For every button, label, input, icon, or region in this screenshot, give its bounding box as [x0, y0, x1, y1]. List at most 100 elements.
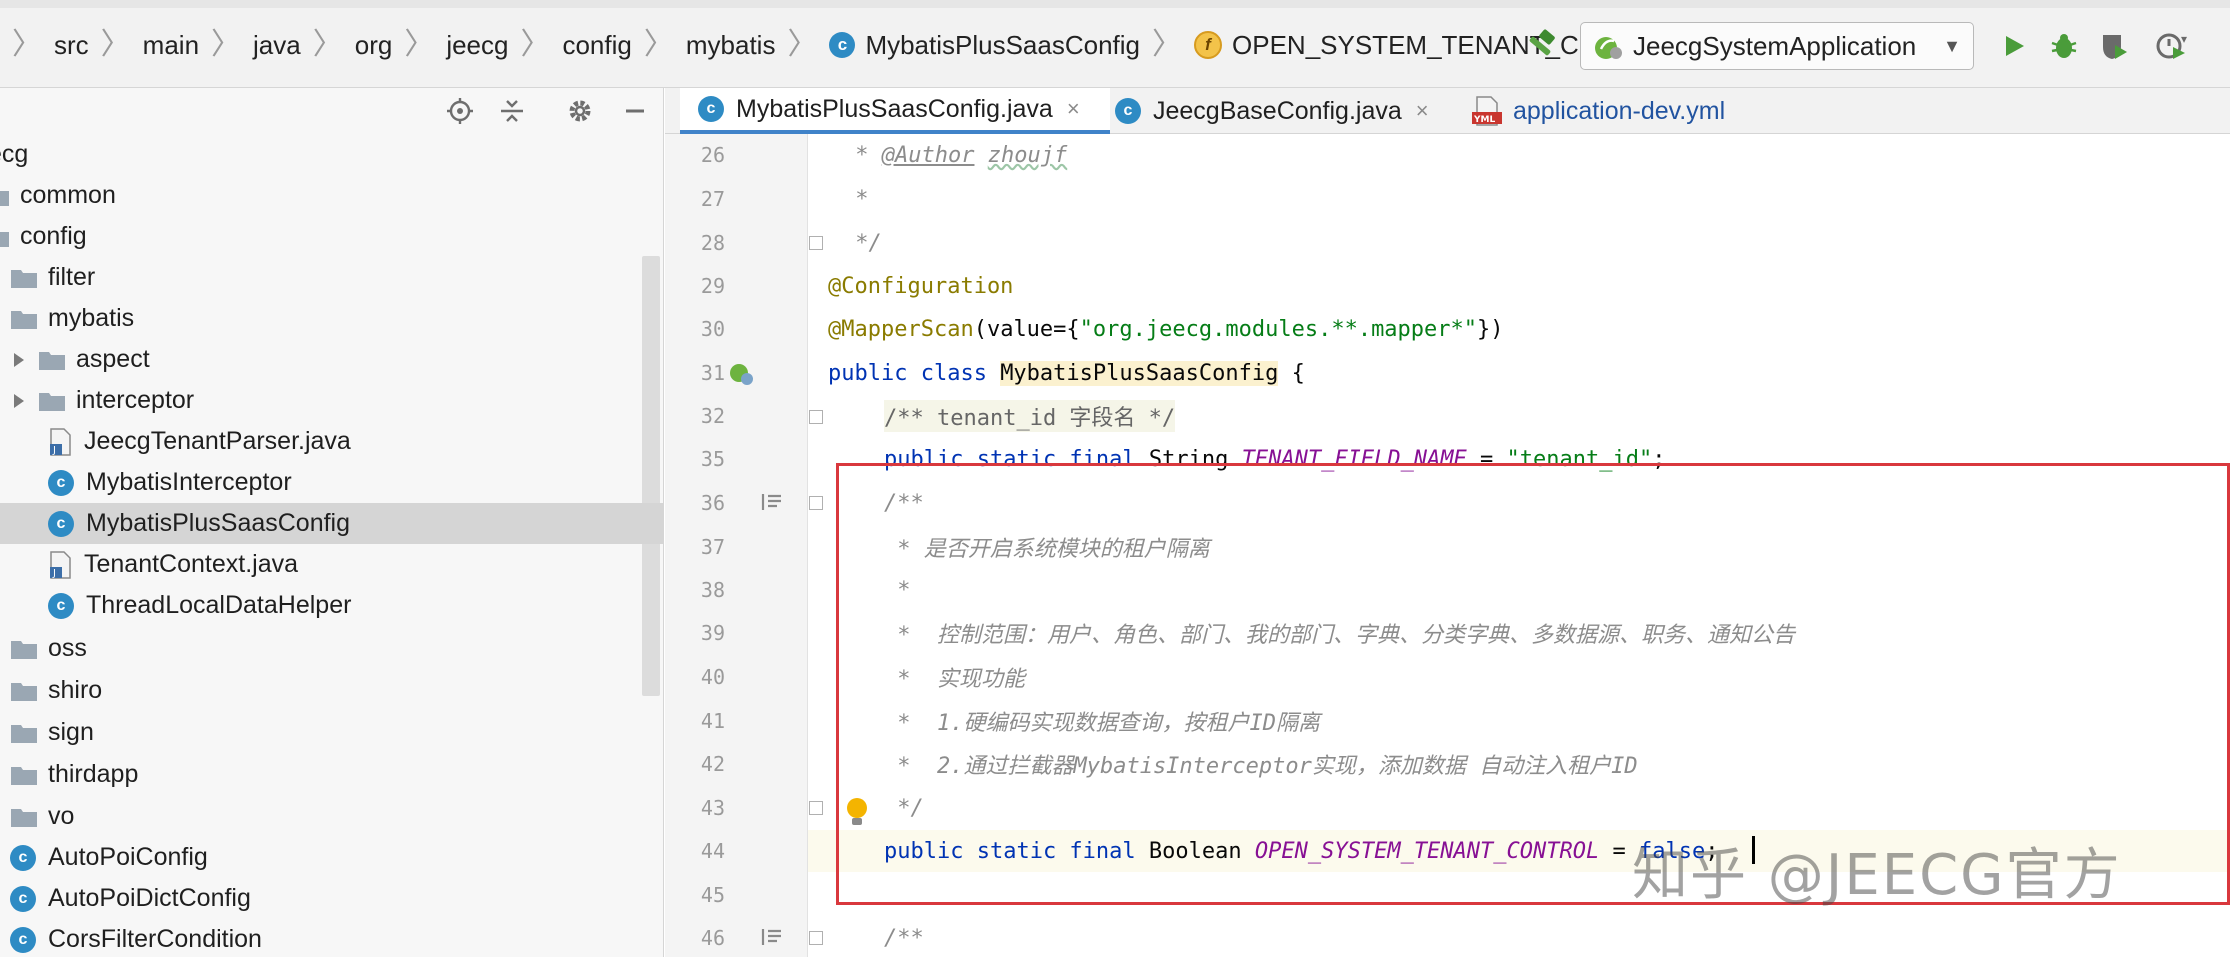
tree-node-aspect[interactable]: aspect	[10, 339, 674, 380]
tree-node-autopoiconfig[interactable]: c AutoPoiConfig	[10, 837, 674, 878]
breadcrumb-separator: 〉	[100, 28, 131, 61]
tree-node-interceptor[interactable]: interceptor	[10, 380, 674, 421]
breadcrumb-separator: 〉	[12, 28, 42, 61]
tree-node-filter[interactable]: filter	[10, 257, 674, 298]
tree-node-tenantcontext[interactable]: J TenantContext.java	[48, 544, 712, 585]
code-line-42: * 2.通过拦截器MybatisInterceptor实现，添加数据 自动注入租…	[808, 743, 2230, 785]
comment-text: *	[842, 186, 869, 212]
comment-text: /**	[884, 490, 924, 516]
code-line-41: * 1.硬编码实现数据查询，按租户ID隔离	[808, 700, 2230, 742]
build-hammer-icon[interactable]	[1520, 26, 1560, 66]
class-icon: c	[10, 885, 36, 912]
run-icon[interactable]	[1994, 26, 2034, 66]
breadcrumb-separator: 〉	[312, 28, 343, 61]
code-line-28: */	[808, 222, 2230, 264]
tree-node-label: MybatisPlusSaasConfig	[86, 509, 351, 537]
breadcrumb-item-src[interactable]: src	[54, 22, 89, 68]
run-with-coverage-icon[interactable]	[2094, 26, 2134, 66]
keyword-text: public static final	[884, 446, 1149, 472]
breadcrumb-separator: 〉	[643, 28, 674, 61]
line-number: 42	[700, 752, 725, 776]
render-doc-icon[interactable]	[760, 925, 784, 949]
tree-node-label: filter	[48, 263, 96, 291]
class-icon: c	[48, 510, 74, 537]
tree-node-thirdapp[interactable]: thirdapp	[10, 754, 674, 795]
code-line-31: public class MybatisPlusSaasConfig {	[808, 352, 2230, 394]
class-name: MybatisPlusSaasConfig	[1000, 360, 1279, 386]
comment-text: *	[884, 577, 911, 603]
expand-arrow-icon[interactable]	[10, 351, 28, 369]
gear-icon[interactable]	[563, 94, 597, 128]
breadcrumb-class-label: MybatisPlusSaasConfig	[865, 29, 1141, 60]
code-line-32: /** tenant_id 字段名 */	[808, 395, 2230, 437]
breadcrumb-item-class[interactable]: c MybatisPlusSaasConfig	[829, 22, 1140, 68]
line-number: 41	[700, 709, 725, 733]
svg-text:J: J	[52, 445, 56, 456]
breadcrumb-item-org[interactable]: org	[355, 22, 393, 68]
tree-node-mybatisplussaasconfig[interactable]: c MybatisPlusSaasConfig	[0, 503, 664, 544]
line-number: 35	[700, 447, 725, 471]
class-icon: c	[10, 844, 36, 871]
tree-node-label: TenantContext.java	[84, 550, 299, 578]
profile-icon[interactable]: ▾	[2152, 26, 2192, 66]
tree-node-label: vo	[48, 802, 75, 830]
tree-node-sign[interactable]: sign	[10, 712, 674, 753]
tree-node-common[interactable]: common	[0, 175, 646, 216]
field-name: OPEN_SYSTEM_TENANT_CONTROL	[1254, 838, 1600, 864]
render-doc-icon[interactable]	[760, 490, 784, 514]
hide-panel-icon[interactable]	[618, 94, 652, 128]
tree-node-jeecgtenantparser[interactable]: J JeecgTenantParser.java	[48, 421, 712, 462]
tree-node-jeecg[interactable]: ecg	[0, 134, 652, 175]
watermark: 知乎 @JEECG官方	[1632, 843, 2122, 908]
comment-text: * 控制范围：用户、角色、部门、我的部门、字典、分类字典、多数据源、职务、通知公…	[884, 623, 1795, 648]
code-text: ;	[1652, 446, 1666, 472]
tree-node-autopoidictconfig[interactable]: c AutoPoiDictConfig	[10, 878, 674, 919]
tab-application-dev-yml[interactable]: YML application-dev.yml	[1471, 88, 1801, 134]
folded-comment[interactable]: /** tenant_id 字段名 */	[884, 400, 1176, 432]
tree-node-label: CorsFilterCondition	[48, 925, 262, 953]
expand-arrow-icon[interactable]	[10, 392, 28, 410]
tree-node-label: interceptor	[76, 386, 195, 414]
tree-node-config[interactable]: config	[0, 216, 646, 257]
breadcrumb-item-jeecg[interactable]: jeecg	[446, 22, 508, 68]
tab-mybatisplussaasconfig[interactable]: c MybatisPlusSaasConfig.java ×	[680, 88, 1110, 134]
code-line-43: */	[808, 787, 2230, 829]
javadoc-tag: @Author	[881, 142, 975, 168]
line-number: 36	[700, 491, 725, 515]
tree-node-label: thirdapp	[48, 760, 139, 788]
close-icon[interactable]: ×	[1067, 96, 1080, 122]
tree-node-mybatisinterceptor[interactable]: c MybatisInterceptor	[48, 462, 712, 503]
code-line-35: public static final String TENANT_FIELD_…	[808, 438, 2230, 480]
tree-node-shiro[interactable]: shiro	[10, 670, 674, 711]
run-configuration-select[interactable]: JeecgSystemApplication ▼	[1580, 22, 1974, 70]
line-number: 38	[700, 578, 725, 602]
comment-text: * 1.硬编码实现数据查询，按租户ID隔离	[884, 711, 1320, 736]
tree-node-corsfiltercondition[interactable]: c CorsFilterCondition	[10, 919, 674, 957]
comment-text: * 2.通过拦截器MybatisInterceptor实现，添加数据 自动注入租…	[884, 754, 1638, 779]
breadcrumb-item-main[interactable]: main	[143, 22, 199, 68]
tree-node-oss[interactable]: oss	[10, 628, 674, 669]
tree-node-mybatis[interactable]: mybatis	[10, 298, 674, 339]
breadcrumb: 〉 src 〉 main 〉 java 〉 org 〉 jeecg 〉 conf…	[0, 22, 1687, 68]
close-icon[interactable]: ×	[1416, 98, 1429, 124]
tree-node-label: ThreadLocalDataHelper	[86, 591, 352, 619]
comment-text: *	[842, 142, 882, 168]
class-icon: c	[829, 32, 856, 58]
line-number: 28	[700, 231, 725, 255]
tab-jeecgbaseconfig[interactable]: c JeecgBaseConfig.java ×	[1115, 88, 1429, 134]
locate-file-icon[interactable]	[443, 94, 477, 128]
field-icon: f	[1194, 31, 1223, 59]
debug-icon[interactable]	[2044, 26, 2084, 66]
line-number: 27	[700, 187, 725, 211]
tree-node-threadlocaldatahelper[interactable]: c ThreadLocalDataHelper	[48, 585, 712, 626]
collapse-all-icon[interactable]	[495, 94, 529, 128]
line-number: 37	[700, 535, 725, 559]
breadcrumb-item-java[interactable]: java	[253, 22, 301, 68]
line-number: 43	[700, 796, 725, 820]
breadcrumb-item-config[interactable]: config	[562, 22, 631, 68]
annotation-text: @MapperScan	[828, 316, 974, 342]
spring-bean-icon[interactable]	[728, 361, 754, 387]
line-number: 29	[700, 274, 725, 298]
breadcrumb-item-mybatis[interactable]: mybatis	[686, 22, 776, 68]
tree-node-vo[interactable]: vo	[10, 796, 674, 837]
